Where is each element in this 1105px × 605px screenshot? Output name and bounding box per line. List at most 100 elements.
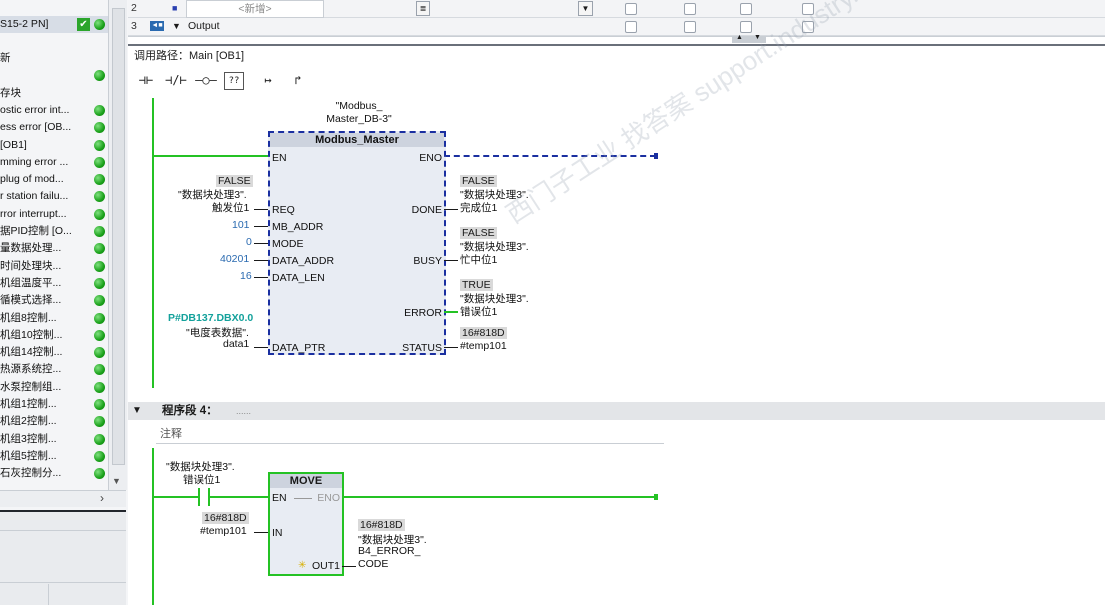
busy-tag-member[interactable]: 忙中位1 [460, 252, 497, 267]
chevron-right-icon[interactable]: › [100, 491, 104, 505]
in-stub [254, 532, 268, 533]
in-tag[interactable]: #temp101 [200, 525, 247, 537]
tree-item[interactable]: 存块 [0, 85, 108, 102]
tree-item[interactable]: 热源系统控... [0, 361, 108, 378]
checkbox[interactable] [625, 3, 637, 15]
tree-item[interactable]: 机组14控制... [0, 344, 108, 361]
status-ok-icon [94, 156, 105, 168]
contact-left-bar [198, 488, 200, 506]
tree-item-label: 据PID控制 [O... [0, 225, 72, 237]
tree-item[interactable] [0, 67, 108, 84]
checkbox[interactable] [625, 21, 637, 33]
move-block[interactable]: MOVE EN ENO IN ✳ OUT1 [268, 472, 344, 576]
tree-vertical-scrollbar[interactable]: ▼ [108, 0, 127, 490]
coil-button[interactable]: –○– [192, 68, 220, 92]
call-path: 调用路径：Main [OB1] [128, 44, 1105, 66]
tree-item[interactable]: 水泵控制组... [0, 379, 108, 396]
network-4-header[interactable]: ▼ 程序段 4： ...... [128, 402, 1105, 420]
power-rail-2 [152, 448, 154, 605]
status-ok-icon [94, 347, 105, 359]
pin-done: DONE [411, 204, 442, 216]
chevron-down-icon[interactable]: ▼ [112, 476, 121, 486]
tree-item[interactable]: 机组1控制... [0, 396, 108, 413]
pin-req: REQ [272, 204, 295, 216]
scroll-thumb[interactable] [112, 8, 125, 465]
tree-item[interactable]: 据PID控制 [O... [0, 223, 108, 240]
interface-table: 2 ■ <新增> ≣ ▼ 3 ◄■ ▼ Output [128, 0, 1105, 37]
tree-item[interactable]: 机组10控制... [0, 327, 108, 344]
tree-item[interactable]: 循模式选择... [0, 292, 108, 309]
modbus-master-block[interactable]: Modbus_Master EN REQ MB_ADDR MODE DATA_A… [268, 131, 446, 355]
normally-open-contact-button[interactable]: ⊣⊢ [132, 68, 160, 92]
checkbox[interactable] [684, 21, 696, 33]
tree-item-label: ess error [OB... [0, 121, 72, 134]
normally-closed-contact-button[interactable]: ⊣/⊢ [162, 68, 190, 92]
tree-item[interactable]: ostic error int... [0, 102, 108, 119]
error-tag-member[interactable]: 错误位1 [460, 304, 497, 319]
tree-item[interactable]: 机组2控制... [0, 413, 108, 430]
contact-tag-member[interactable]: 错误位1 [183, 472, 220, 487]
out-tag-member-2[interactable]: CODE [358, 558, 388, 570]
tree-item[interactable]: 机组3控制... [0, 431, 108, 448]
tree-item[interactable]: 机组5控制... [0, 448, 108, 465]
checkbox[interactable] [740, 3, 752, 15]
status-tag[interactable]: #temp101 [460, 340, 507, 352]
tree-item-label: 新 [0, 52, 11, 64]
tree-item[interactable]: plug of mod... [0, 171, 108, 188]
checkbox[interactable] [740, 21, 752, 33]
status-ok-icon [94, 381, 105, 393]
status-ok-icon [94, 104, 105, 116]
data-ptr-member[interactable]: data1 [223, 338, 249, 350]
close-branch-button[interactable]: ↱ [284, 68, 312, 92]
status-ok-icon [94, 277, 105, 289]
data-len-value[interactable]: 16 [240, 270, 252, 282]
dropdown-arrow-icon[interactable]: ▼ [578, 1, 593, 16]
tree-item[interactable]: 机组温度平... [0, 275, 108, 292]
en-eno-link [294, 498, 312, 499]
tree-item[interactable]: 机组8控制... [0, 310, 108, 327]
tree-item[interactable]: mming error ... [0, 154, 108, 171]
instance-db-name[interactable]: "Modbus_ Master_DB-3" [304, 100, 414, 126]
req-tag-member[interactable]: 触发位1 [212, 200, 249, 215]
table-row[interactable]: 3 ◄■ ▼ Output [128, 18, 1105, 36]
mode-value[interactable]: 0 [246, 236, 252, 248]
row-type-icon: ■ [172, 3, 178, 13]
tree-item-label: 机组2控制... [0, 415, 57, 428]
list-icon[interactable]: ≣ [416, 1, 430, 16]
expand-arrow-icon[interactable]: ▼ [172, 18, 181, 35]
tree-item-label: [OB1] [0, 138, 27, 151]
status-ok-icon [94, 226, 105, 237]
tree-item[interactable]: 量数据处理... [0, 240, 108, 257]
done-tag-member[interactable]: 完成位1 [460, 200, 497, 215]
data-ptr-value[interactable]: P#DB137.DBX0.0 [168, 312, 253, 324]
out-tag-member[interactable]: B4_ERROR_ [358, 545, 420, 557]
mb-addr-value[interactable]: 101 [232, 219, 250, 231]
new-entry-cell[interactable]: <新增> [186, 0, 324, 18]
tree-item[interactable]: rror interrupt... [0, 206, 108, 223]
tree-item[interactable]: r station failu... [0, 188, 108, 205]
tree-item[interactable]: 新 [0, 50, 108, 67]
data-addr-stub [254, 260, 268, 261]
network-title-placeholder[interactable]: ...... [236, 402, 251, 420]
tree-item-label: rror interrupt... [0, 207, 67, 220]
pin-in: IN [272, 527, 283, 539]
tree-item[interactable]: 时间处理块... [0, 258, 108, 275]
tree-horizontal-scrollbar[interactable]: › [0, 490, 126, 507]
open-branch-button[interactable]: ↦ [254, 68, 282, 92]
tree-header-item[interactable]: S15-2 PN] ✔ [0, 16, 108, 33]
tree-item[interactable]: [OB1] [0, 137, 108, 154]
checkbox[interactable] [684, 3, 696, 15]
pin-eno: ENO [419, 152, 442, 164]
tree-item[interactable]: 石灰控制分... [0, 465, 108, 482]
network-comment[interactable]: 注释 [160, 425, 182, 441]
checkbox-checked-icon: ✔ [77, 18, 90, 31]
data-addr-value[interactable]: 40201 [220, 253, 249, 265]
table-row[interactable]: 2 ■ <新增> ≣ ▼ [128, 0, 1105, 18]
tree-item[interactable]: ess error [OB... [0, 119, 108, 136]
collapse-arrow-icon[interactable]: ▼ [132, 402, 142, 420]
tree-item-label: 机组5控制... [0, 449, 57, 462]
status-ok-icon [94, 139, 105, 151]
empty-box-button[interactable]: ?? [224, 72, 244, 90]
status-ok-icon [94, 416, 105, 428]
status-ok-icon [94, 208, 105, 220]
